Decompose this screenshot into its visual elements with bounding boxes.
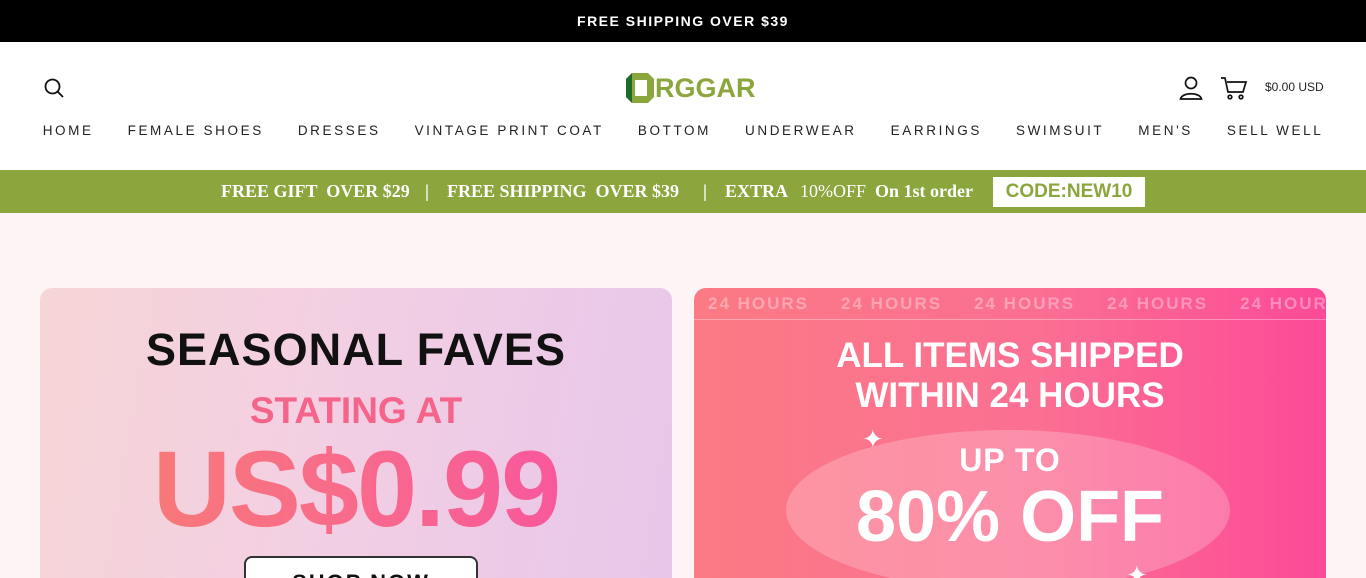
nav-item-female-shoes[interactable]: FEMALE SHOES <box>128 123 264 138</box>
seasonal-faves-banner[interactable]: SEASONAL FAVES STATING AT US$0.99 SHOP N… <box>40 288 672 578</box>
promo-code-badge: CODE:NEW10 <box>993 177 1145 207</box>
ticker-divider <box>694 319 1326 320</box>
cart-button[interactable] <box>1220 75 1248 101</box>
announcement-bar: FREE SHIPPING OVER $39 <box>0 0 1366 42</box>
promo-extra: EXTRA <box>725 181 789 201</box>
ticker-item: 24 HOURS <box>1107 294 1209 313</box>
nav-item-mens[interactable]: MEN'S <box>1138 123 1193 138</box>
banner-headline: ALL ITEMS SHIPPED WITHIN 24 HOURS <box>694 336 1326 416</box>
nav-item-vintage-print-coat[interactable]: VINTAGE PRINT COAT <box>415 123 604 138</box>
sparkle-icon: ✦ <box>1126 560 1148 578</box>
promo-discount: 10%OFF <box>800 181 867 201</box>
promo-free-gift: FREE GIFT OVER $29 <box>221 181 410 201</box>
nav-item-sell-well[interactable]: SELL WELL <box>1227 123 1323 138</box>
banner-discount: 80% OFF <box>855 477 1165 557</box>
search-icon <box>44 78 64 98</box>
headline-line-2: WITHIN 24 HOURS <box>855 376 1165 415</box>
nav-item-earrings[interactable]: EARRINGS <box>891 123 982 138</box>
promo-separator: | <box>703 181 707 201</box>
account-button[interactable] <box>1179 75 1203 101</box>
cart-total[interactable]: $0.00 USD <box>1265 80 1324 94</box>
shop-now-button[interactable]: SHOP NOW <box>244 556 478 578</box>
promo-free-shipping: FREE SHIPPING OVER $39 <box>447 181 680 201</box>
ticker-strip: 24 HOURS 24 HOURS 24 HOURS 24 HOURS 24 H… <box>708 294 1326 314</box>
main-nav: HOME FEMALE SHOES DRESSES VINTAGE PRINT … <box>0 123 1366 138</box>
ticker-item: 24 HOURS <box>974 294 1076 313</box>
ticker-item: 24 HOURS <box>708 294 810 313</box>
nav-item-bottom[interactable]: BOTTOM <box>638 123 711 138</box>
promo-bar[interactable]: FREE GIFT OVER $29 | FREE SHIPPING OVER … <box>0 170 1366 213</box>
nav-item-dresses[interactable]: DRESSES <box>298 123 381 138</box>
banner-up-to: UP TO <box>959 442 1061 478</box>
headline-line-1: ALL ITEMS SHIPPED <box>836 336 1184 375</box>
nav-item-home[interactable]: HOME <box>43 123 94 138</box>
shipping-sale-banner[interactable]: 24 HOURS 24 HOURS 24 HOURS 24 HOURS 24 H… <box>694 288 1326 578</box>
announcement-text: FREE SHIPPING OVER $39 <box>577 13 789 29</box>
logo-text: RGGAR <box>655 72 756 103</box>
user-icon <box>1179 76 1203 100</box>
search-button[interactable] <box>42 76 66 100</box>
ticker-item: 24 HOURS <box>841 294 943 313</box>
promo-first-order: On 1st order <box>875 181 973 201</box>
site-logo[interactable]: RGGAR <box>624 70 756 106</box>
nav-item-swimsuit[interactable]: SWIMSUIT <box>1016 123 1104 138</box>
nav-item-underwear[interactable]: UNDERWEAR <box>745 123 857 138</box>
ticker-item: 24 HOURS <box>1240 294 1326 313</box>
logo-mark-icon <box>626 73 654 103</box>
cart-icon <box>1221 77 1248 100</box>
promo-separator: | <box>425 181 429 201</box>
banner-title: SEASONAL FAVES <box>146 324 566 375</box>
banner-price: US$0.99 <box>40 426 672 551</box>
site-header: RGGAR $0.00 USD HOME FEMALE SHOES DRESSE… <box>0 42 1366 170</box>
